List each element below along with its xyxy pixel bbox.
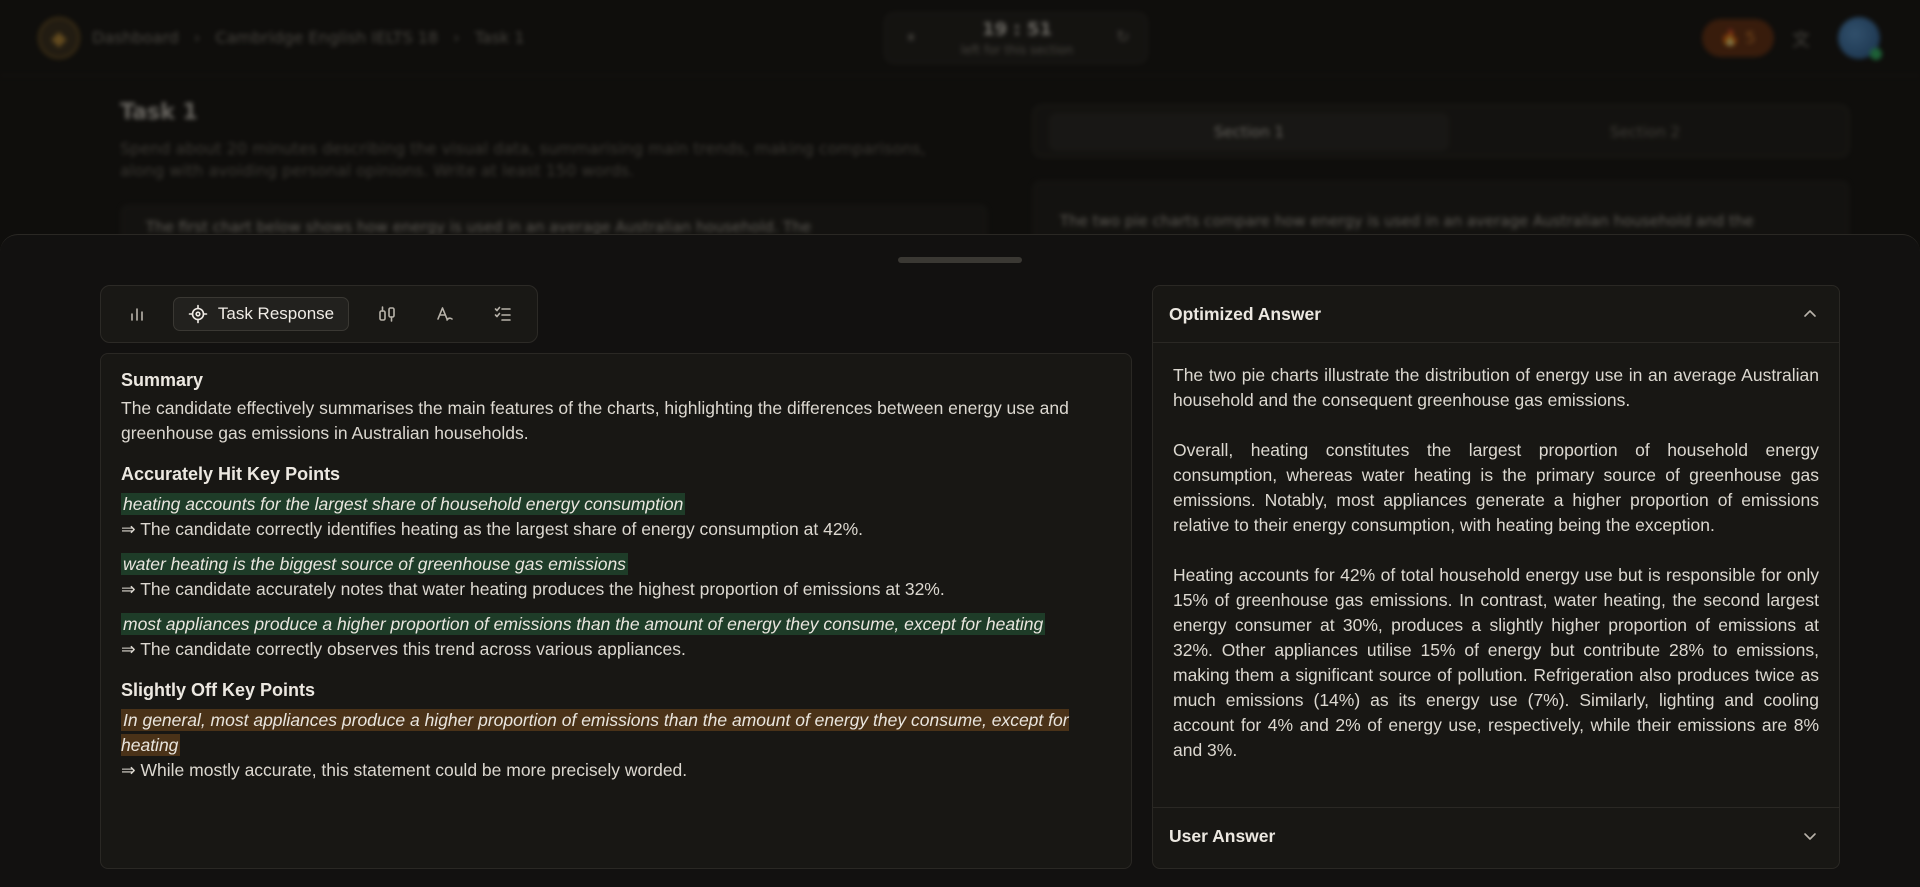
key-point-quote: In general, most appliances produce a hi…: [121, 709, 1069, 756]
answer-paragraph: Overall, heating constitutes the largest…: [1173, 440, 1819, 535]
hit-points-title: Accurately Hit Key Points: [121, 464, 341, 484]
key-point-quote: heating accounts for the largest share o…: [121, 493, 686, 515]
timer-label: left for this section: [960, 43, 1074, 57]
user-answer-title: User Answer: [1169, 825, 1276, 846]
optimized-answer-title: Optimized Answer: [1169, 303, 1322, 324]
optimized-answer-body: The two pie charts illustrate the distri…: [1153, 342, 1839, 808]
off-points-title: Slightly Off Key Points: [121, 680, 316, 700]
summary-text: The candidate effectively summarises the…: [121, 398, 1069, 443]
list-item: In general, most appliances produce a hi…: [121, 708, 1111, 783]
timer-value: 19 : 51: [982, 19, 1052, 40]
key-point-note: ⇒ The candidate accurately notes that wa…: [121, 579, 945, 599]
breadcrumb-book[interactable]: Cambridge English IELTS 18: [215, 28, 438, 47]
feedback-sheet: Task Response Summary The candidate effe…: [0, 234, 1920, 887]
optimized-answer-header[interactable]: Optimized Answer: [1153, 286, 1839, 342]
list-item: water heating is the biggest source of g…: [121, 552, 1111, 602]
lexical-resource-icon[interactable]: [423, 297, 467, 331]
tab-section-2[interactable]: Section 2: [1453, 113, 1837, 151]
breadcrumb-task: Task 1: [474, 28, 525, 47]
logo-icon: ◆: [38, 17, 80, 59]
criteria-toolbar: Task Response: [100, 285, 538, 343]
tab-task-response-label: Task Response: [217, 304, 335, 323]
list-item: heating accounts for the largest share o…: [121, 492, 1111, 542]
chevron-up-icon: [1804, 310, 1816, 317]
breadcrumb-separator: ›: [453, 28, 460, 47]
task-description: Spend about 20 minutes describing the vi…: [120, 139, 926, 180]
reset-icon[interactable]: ↻: [1111, 27, 1135, 51]
task-title: Task 1: [120, 100, 198, 125]
breadcrumb-separator: ›: [193, 28, 201, 47]
key-point-quote: most appliances produce a higher proport…: [121, 613, 1046, 635]
chevron-down-icon: [1804, 833, 1816, 840]
streak-badge[interactable]: 🔥 5: [1702, 19, 1774, 57]
top-bar: ◆ Dashboard › Cambridge English IELTS 18…: [0, 0, 1920, 76]
section-timer: ⏸ 19 : 51 left for this section ↻: [884, 12, 1148, 64]
answer-paragraph: Heating accounts for 42% of total househ…: [1173, 565, 1819, 760]
list-item: most appliances produce a higher proport…: [121, 612, 1111, 662]
target-icon: [188, 304, 208, 324]
coherence-icon[interactable]: [365, 297, 409, 331]
language-icon[interactable]: 文: [1792, 26, 1810, 52]
tab-section-1[interactable]: Section 1: [1049, 113, 1449, 151]
summary-title: Summary: [121, 370, 204, 390]
section-tabs: Section 1 Section 2: [1032, 104, 1850, 158]
tab-task-response[interactable]: Task Response: [173, 297, 349, 331]
overview-chart-icon[interactable]: [115, 297, 159, 331]
breadcrumb-dashboard[interactable]: Dashboard: [92, 28, 179, 47]
user-answer-header[interactable]: User Answer: [1153, 808, 1839, 864]
answer-paragraph: The two pie charts illustrate the distri…: [1173, 365, 1819, 410]
grammar-checklist-icon[interactable]: [481, 297, 525, 331]
key-point-quote: water heating is the biggest source of g…: [121, 553, 628, 575]
answers-panel: Optimized Answer The two pie charts illu…: [1152, 285, 1840, 869]
breadcrumb: Dashboard › Cambridge English IELTS 18 ›…: [92, 28, 535, 47]
online-status-dot: [1870, 48, 1882, 60]
drag-handle[interactable]: [898, 257, 1022, 263]
key-point-note: ⇒ The candidate correctly observes this …: [121, 639, 686, 659]
key-point-note: ⇒ The candidate correctly identifies hea…: [121, 519, 863, 539]
key-point-note: ⇒ While mostly accurate, this statement …: [121, 760, 688, 780]
feedback-panel: Summary The candidate effectively summar…: [100, 353, 1132, 869]
